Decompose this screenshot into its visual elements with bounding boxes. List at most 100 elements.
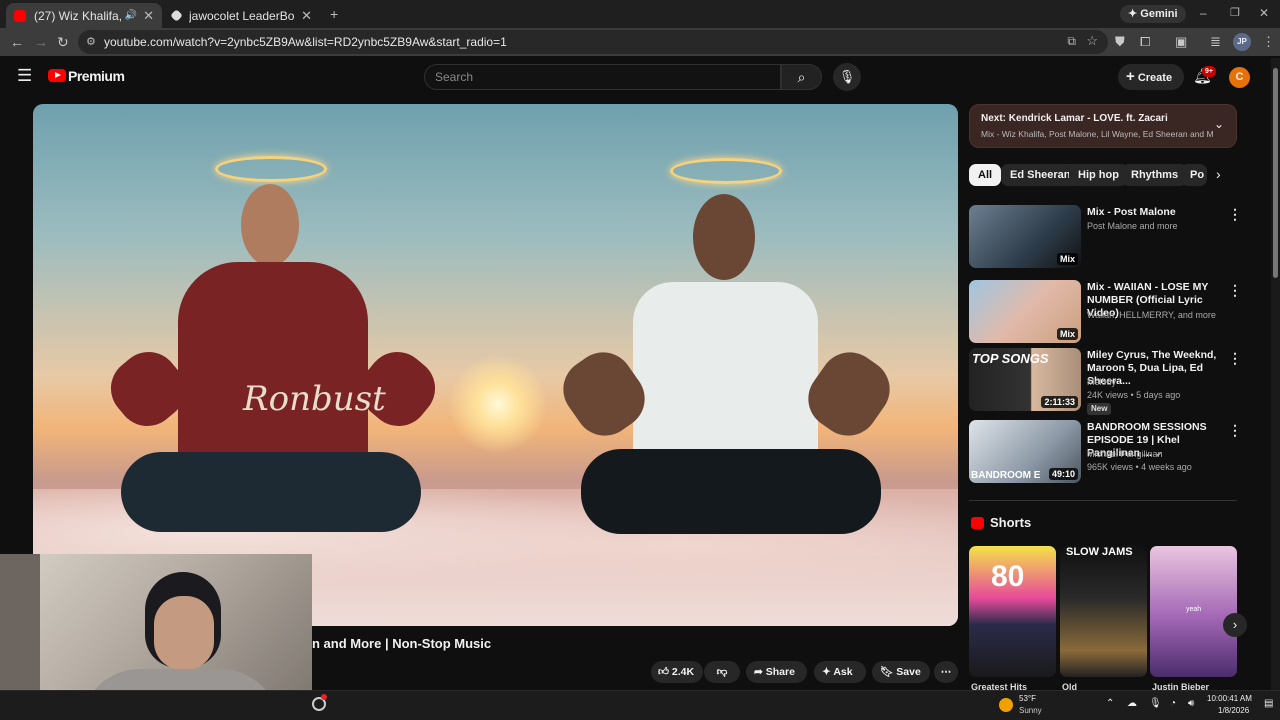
site-info-icon[interactable]: ⚙ <box>86 35 96 48</box>
tab-leaderboard[interactable]: jawocolet LeaderBoard | The be ✕ <box>164 3 320 28</box>
clock-date[interactable]: 1/8/2026 <box>1218 706 1249 715</box>
bookmark-icon: 🔖︎ <box>880 666 894 678</box>
tab-title: (27) Wiz Khalifa, Post Malo <box>34 8 121 23</box>
gemini-button[interactable]: ✦ Gemini <box>1120 5 1186 23</box>
audio-playing-icon[interactable]: 🔊 <box>125 10 137 21</box>
profile-avatar[interactable]: JP <box>1233 33 1251 51</box>
profile-initials: JP <box>1237 37 1247 46</box>
video-player[interactable]: Ronbust <box>33 104 958 626</box>
shield-extension-icon[interactable]: ⛊ <box>1115 34 1125 50</box>
hamburger-menu-icon[interactable]: ☰ <box>17 66 32 86</box>
chip-all[interactable]: All <box>969 164 1002 186</box>
youtube-logo-icon[interactable] <box>48 69 66 82</box>
notification-center-icon[interactable]: ▤ <box>1264 698 1273 709</box>
up-next-title: Next: Kendrick Lamar - LOVE. ft. Zacari <box>981 113 1168 124</box>
shorts-next-button[interactable]: › <box>1223 613 1247 637</box>
video-thumbnail[interactable]: Mix <box>969 280 1081 343</box>
figure-right-head <box>693 194 755 280</box>
media-control-icon[interactable]: ≣ <box>1210 34 1221 50</box>
wifi-icon[interactable]: ◔ <box>1170 698 1176 709</box>
sun-glow <box>448 354 548 454</box>
short-thumbnail[interactable]: 80 <box>969 546 1056 677</box>
figure-right-tshirt <box>633 282 818 457</box>
close-window-icon[interactable]: ✕ <box>1259 6 1269 20</box>
figure-left-head <box>241 184 299 266</box>
mix-badge: Mix <box>1056 328 1078 340</box>
chevron-right-icon[interactable]: › <box>1216 166 1221 182</box>
install-app-icon[interactable]: ⧉ <box>1067 34 1076 49</box>
weather-temperature[interactable]: 53°F <box>1019 694 1036 703</box>
like-button[interactable]: 👍︎ 2.4K <box>651 661 703 683</box>
volume-icon[interactable]: 🔊︎ <box>1188 698 1194 709</box>
up-next-panel[interactable]: Next: Kendrick Lamar - LOVE. ft. Zacari … <box>969 104 1237 148</box>
minimize-window-icon[interactable]: – <box>1200 6 1207 20</box>
more-options-icon[interactable]: ⋮ <box>1228 350 1242 367</box>
extensions-puzzle-icon[interactable]: ⧠ <box>1140 34 1150 50</box>
more-options-icon[interactable]: ⋮ <box>1228 422 1242 439</box>
premium-logo-text[interactable]: Premium <box>68 68 125 84</box>
microphone-tray-icon[interactable]: 🎙 <box>1149 698 1162 709</box>
youtube-header: ☰ Premium Search ⌕ 🎙 + Create 🔔︎ 9+ C <box>0 56 1280 98</box>
back-icon[interactable]: ← <box>10 34 24 50</box>
chip-rhythms[interactable]: Rhythms <box>1122 164 1188 186</box>
scrollbar-thumb[interactable] <box>1273 68 1278 278</box>
video-thumbnail[interactable]: BANDROOM E 49:10 <box>969 420 1081 483</box>
tab-search-icon[interactable]: ▣ <box>1175 34 1187 50</box>
address-bar[interactable]: ⚙ youtube.com/watch?v=2ynbc5ZB9Aw&list=R… <box>78 30 1108 54</box>
chevron-right-icon: › <box>1232 617 1238 632</box>
duration-badge: 2:11:33 <box>1041 396 1078 408</box>
chevron-down-icon[interactable]: ⌄ <box>1214 117 1224 131</box>
voice-search-button[interactable]: 🎙 <box>833 63 861 91</box>
more-options-icon[interactable]: ⋮ <box>1228 206 1242 223</box>
search-input[interactable]: Search <box>424 64 781 90</box>
save-label: Save <box>896 666 921 678</box>
tray-expand-icon[interactable]: ⌃ <box>1106 698 1114 709</box>
page-scrollbar[interactable] <box>1271 58 1280 690</box>
more-options-icon[interactable]: ⋮ <box>1228 282 1242 299</box>
video-thumbnail[interactable]: Mix <box>969 205 1081 268</box>
browser-menu-icon[interactable]: ⋮ <box>1262 34 1275 50</box>
save-button[interactable]: 🔖︎ Save <box>872 661 930 683</box>
duration-badge: 49:10 <box>1048 468 1078 480</box>
more-actions-button[interactable]: ⋯ <box>934 661 958 683</box>
url-text: youtube.com/watch?v=2ynbc5ZB9Aw&list=RD2… <box>104 35 507 49</box>
figure-right-legs <box>581 449 881 534</box>
chip-ed-sheeran[interactable]: Ed Sheeran <box>1001 164 1080 186</box>
chip-hip-hop[interactable]: Hip hop <box>1069 164 1128 186</box>
clock-time[interactable]: 10:00:41 AM <box>1207 694 1252 703</box>
restore-window-icon[interactable]: ❐ <box>1230 6 1240 19</box>
create-button[interactable]: + Create <box>1118 64 1184 90</box>
short-thumbnail[interactable]: yeah <box>1150 546 1237 677</box>
figure-left-legs <box>121 452 421 532</box>
close-tab-icon[interactable]: ✕ <box>301 8 312 24</box>
video-thumbnail[interactable]: TOP SONGS 2:11:33 <box>969 348 1081 411</box>
reload-icon[interactable]: ↻ <box>57 34 69 51</box>
bookmark-star-icon[interactable]: ☆ <box>1086 33 1098 49</box>
search-button[interactable]: ⌕ <box>781 64 822 90</box>
account-avatar[interactable]: C <box>1229 67 1250 88</box>
mix-badge: Mix <box>1056 253 1078 265</box>
create-label: Create <box>1137 72 1173 84</box>
ask-button[interactable]: ✦ Ask <box>814 661 866 683</box>
tab-youtube[interactable]: (27) Wiz Khalifa, Post Malo 🔊 ✕ <box>6 3 162 28</box>
dislike-button[interactable]: 👎︎ <box>704 661 740 683</box>
youtube-favicon-icon <box>14 9 26 22</box>
recommendation-title[interactable]: Mix - Post Malone <box>1087 206 1222 219</box>
forward-icon[interactable]: → <box>34 34 48 50</box>
sparkle-icon: ✦ <box>822 666 831 678</box>
new-tab-icon[interactable]: + <box>330 6 338 22</box>
short-thumbnail[interactable]: SLOW JAMS <box>1060 546 1147 677</box>
recommendation-channel: Melody <box>1087 377 1117 387</box>
gemini-star-icon: ✦ <box>1128 8 1138 20</box>
shorts-logo-icon <box>971 517 984 529</box>
chip-partial[interactable]: Po <box>1181 164 1207 186</box>
cloud-sync-icon[interactable]: ☁ <box>1127 698 1137 709</box>
weather-sun-icon[interactable] <box>999 698 1013 712</box>
new-badge: New <box>1087 403 1112 415</box>
short-art-text: yeah <box>1186 606 1202 613</box>
share-button[interactable]: ➦ Share <box>746 661 807 683</box>
close-tab-icon[interactable]: ✕ <box>143 8 154 24</box>
weather-condition[interactable]: Sunny <box>1019 706 1042 715</box>
thumbs-up-icon: 👍︎ <box>658 666 669 678</box>
figure-left-hoodie <box>178 262 368 462</box>
